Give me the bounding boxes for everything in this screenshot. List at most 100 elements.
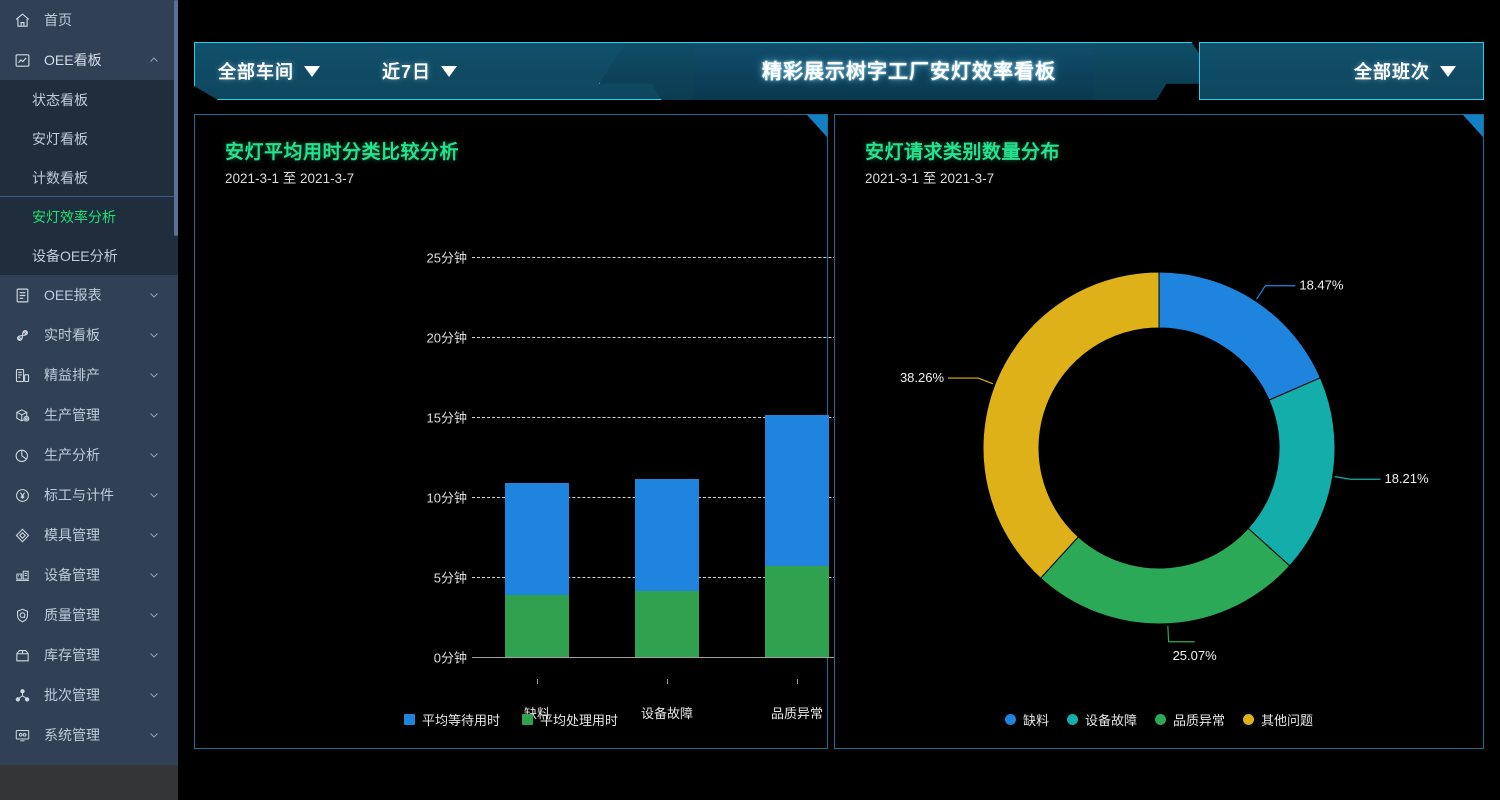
sidebar-item-system-mgmt[interactable]: 系统管理 bbox=[0, 715, 178, 755]
chevron-down-icon bbox=[148, 609, 160, 621]
y-axis-tick-label: 0分钟 bbox=[433, 650, 467, 666]
legend-label: 设备故障 bbox=[1084, 713, 1137, 728]
legend-item[interactable]: 品质异常 bbox=[1155, 710, 1225, 729]
sidebar-item-label: 标工与计件 bbox=[44, 487, 114, 503]
bar-segment-processing-time[interactable] bbox=[765, 565, 829, 657]
sidebar: 首页 OEE看板 状态看板 安灯看板 计数看板 安灯效率分析 设备OEE分析 O… bbox=[0, 0, 178, 800]
sidebar-item-oee-board[interactable]: OEE看板 bbox=[0, 40, 178, 80]
sidebar-item-label: 模具管理 bbox=[44, 527, 100, 543]
batch-nodes-icon bbox=[14, 686, 36, 704]
sidebar-item-label: 生产管理 bbox=[44, 407, 100, 423]
home-icon bbox=[14, 11, 36, 29]
header-filters: 全部车间 近7日 bbox=[194, 42, 734, 100]
donut-chart-svg: 18.47% 18.21% 25.07% 38.26% bbox=[900, 271, 1429, 663]
legend-item[interactable]: 其他问题 bbox=[1243, 710, 1313, 729]
shift-filter-label: 全部班次 bbox=[1354, 62, 1430, 82]
chevron-down-icon bbox=[148, 729, 160, 741]
sidebar-item-realtime-board[interactable]: 实时看板 bbox=[0, 315, 178, 355]
sidebar-item-standard-piecework[interactable]: 标工与计件 bbox=[0, 475, 178, 515]
sidebar-subitem-andon-board[interactable]: 安灯看板 bbox=[0, 119, 178, 158]
legend-label: 平均处理用时 bbox=[540, 713, 619, 728]
bar-segment-processing-time[interactable] bbox=[635, 591, 699, 657]
y-axis-tick-label: 25分钟 bbox=[426, 250, 467, 266]
chevron-down-icon bbox=[148, 409, 160, 421]
legend-item[interactable]: 缺料 bbox=[1004, 710, 1049, 729]
y-axis-tick-label: 15分钟 bbox=[426, 410, 467, 426]
sidebar-item-production-mgmt[interactable]: 生产管理 bbox=[0, 395, 178, 435]
workshop-filter-label: 全部车间 bbox=[218, 62, 294, 82]
sidebar-subitem-andon-efficiency[interactable]: 安灯效率分析 bbox=[0, 196, 178, 236]
bar-column[interactable] bbox=[635, 479, 699, 657]
shift-filter-dropdown[interactable]: 全部班次 bbox=[1354, 58, 1456, 84]
panel-title: 安灯平均用时分类比较分析 bbox=[225, 142, 460, 163]
sidebar-item-label: OEE看板 bbox=[44, 52, 102, 68]
bar-column[interactable] bbox=[505, 482, 569, 657]
report-icon bbox=[14, 286, 36, 304]
sidebar-item-batch-mgmt[interactable]: 批次管理 bbox=[0, 675, 178, 715]
chevron-down-icon bbox=[148, 449, 160, 461]
sidebar-bottom-filler bbox=[0, 765, 178, 800]
fan-icon bbox=[14, 326, 36, 344]
legend-swatch-icon bbox=[522, 714, 533, 725]
chevron-down-icon bbox=[148, 369, 160, 381]
chevron-down-icon bbox=[148, 329, 160, 341]
donut-slice[interactable] bbox=[1247, 377, 1336, 567]
sidebar-item-oee-report[interactable]: OEE报表 bbox=[0, 275, 178, 315]
chevron-down-icon bbox=[441, 65, 458, 77]
sidebar-subitem-label: 计数看板 bbox=[32, 169, 88, 186]
bar-segment-waiting-time[interactable] bbox=[765, 415, 829, 566]
schedule-icon bbox=[14, 366, 36, 384]
bar-chart-y-axis: 0分钟 5分钟 10分钟 15分钟 20分钟 25分钟 bbox=[415, 217, 467, 666]
donut-slice[interactable] bbox=[982, 271, 1160, 579]
sidebar-subitem-equipment-oee[interactable]: 设备OEE分析 bbox=[0, 236, 178, 275]
sidebar-item-label: 质量管理 bbox=[44, 607, 100, 623]
legend-label: 缺料 bbox=[1022, 713, 1049, 728]
panel-andon-avg-duration: 安灯平均用时分类比较分析 2021-3-1 至 2021-3-7 0分钟 5分钟 1… bbox=[194, 114, 992, 749]
y-axis-tick-label: 10分钟 bbox=[426, 490, 467, 506]
panel-title: 安灯请求类别数量分布 bbox=[865, 142, 1061, 163]
legend-label: 品质异常 bbox=[1173, 713, 1226, 728]
sidebar-item-label: 实时看板 bbox=[44, 327, 100, 343]
sidebar-subitem-label: 状态看板 bbox=[32, 91, 88, 108]
sidebar-item-label: 库存管理 bbox=[44, 647, 100, 663]
legend-item[interactable]: 平均处理用时 bbox=[522, 710, 618, 729]
legend-dot-icon bbox=[1243, 714, 1255, 725]
bar-segment-waiting-time[interactable] bbox=[505, 482, 569, 595]
bar-column[interactable] bbox=[765, 415, 829, 657]
donut-slice[interactable] bbox=[1039, 527, 1291, 625]
sidebar-item-production-analysis[interactable]: 生产分析 bbox=[0, 435, 178, 475]
sidebar-item-label: 精益排产 bbox=[44, 367, 100, 383]
y-axis-tick-label: 5分钟 bbox=[433, 570, 467, 586]
legend-item[interactable]: 设备故障 bbox=[1066, 710, 1137, 729]
bar-segment-processing-time[interactable] bbox=[505, 594, 569, 657]
donut-chart-legend: 缺料 设备故障 品质异常 其他问题 bbox=[835, 710, 1483, 729]
sidebar-item-inventory-mgmt[interactable]: 库存管理 bbox=[0, 635, 178, 675]
bar-segment-waiting-time[interactable] bbox=[635, 479, 699, 592]
donut-slice[interactable] bbox=[1158, 271, 1322, 401]
chevron-down-icon bbox=[148, 529, 160, 541]
date-filter-dropdown[interactable]: 近7日 bbox=[382, 58, 458, 84]
sidebar-subitem-label: 设备OEE分析 bbox=[32, 247, 118, 264]
sidebar-item-label: 设备管理 bbox=[44, 567, 100, 583]
dashboard-header: 全部车间 近7日 精彩展示树字工厂安灯效率看板 全部班次 bbox=[194, 42, 1484, 100]
mold-icon bbox=[14, 526, 36, 544]
donut-value-label: 18.21% bbox=[1384, 471, 1429, 486]
workshop-filter-dropdown[interactable]: 全部车间 bbox=[218, 58, 320, 84]
legend-dot-icon bbox=[1066, 714, 1078, 725]
panel-subtitle: 2021-3-1 至 2021-3-7 bbox=[865, 171, 995, 186]
donut-chart: 18.47% 18.21% 25.07% 38.26% 缺料 设备故障 品质异常 其他问题 bbox=[835, 195, 1483, 750]
dashboard-title: 精彩展示树字工厂安灯效率看板 bbox=[762, 60, 1056, 83]
sidebar-subitem-status-board[interactable]: 状态看板 bbox=[0, 80, 178, 119]
sidebar-item-label: 批次管理 bbox=[44, 687, 100, 703]
legend-label: 平均等待用时 bbox=[421, 713, 500, 728]
sidebar-item-home[interactable]: 首页 bbox=[0, 0, 178, 40]
sidebar-item-lean-scheduling[interactable]: 精益排产 bbox=[0, 355, 178, 395]
sidebar-item-mold-mgmt[interactable]: 模具管理 bbox=[0, 515, 178, 555]
legend-item[interactable]: 平均等待用时 bbox=[403, 710, 500, 729]
sidebar-subitem-label: 安灯效率分析 bbox=[32, 208, 116, 225]
sidebar-item-quality-mgmt[interactable]: 质量管理 bbox=[0, 595, 178, 635]
bar-chart-legend: 平均等待用时 平均处理用时 bbox=[195, 710, 827, 729]
inventory-box-icon bbox=[14, 646, 36, 664]
sidebar-item-equipment-mgmt[interactable]: 设备管理 bbox=[0, 555, 178, 595]
sidebar-subitem-count-board[interactable]: 计数看板 bbox=[0, 158, 178, 197]
